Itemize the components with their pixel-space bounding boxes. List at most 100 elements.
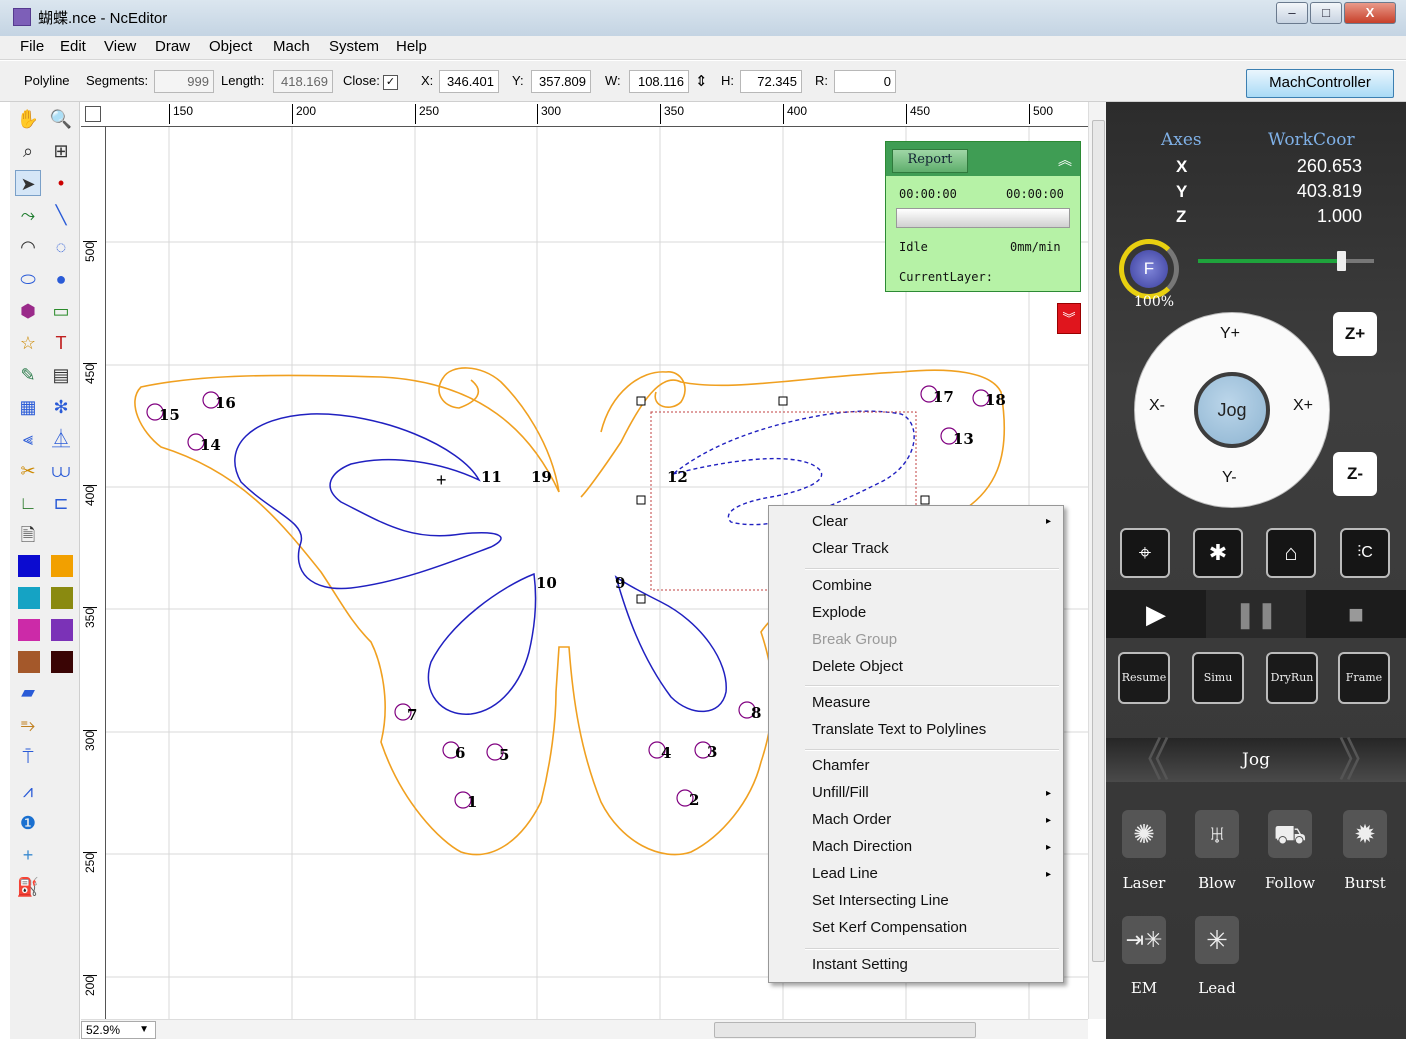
- text-icon[interactable]: T: [48, 330, 74, 356]
- close-button[interactable]: X: [1344, 2, 1396, 24]
- stop-icon[interactable]: ■: [1306, 590, 1406, 638]
- z-plus-button[interactable]: Z+: [1333, 312, 1377, 356]
- color-swatch-olive[interactable]: [51, 587, 73, 609]
- jog-mode-bar[interactable]: 《 》 Jog: [1106, 737, 1406, 783]
- ctx-set-intersecting-line[interactable]: Set Intersecting Line: [812, 892, 949, 909]
- menu-object[interactable]: Object: [209, 38, 252, 55]
- jog-center-button[interactable]: Jog: [1194, 372, 1270, 448]
- polyline-icon[interactable]: ⤳: [15, 202, 41, 228]
- pause-icon[interactable]: ❚❚: [1206, 590, 1306, 638]
- page-icon[interactable]: 🗎: [15, 522, 41, 548]
- menu-view[interactable]: View: [104, 38, 136, 55]
- path-graph-icon[interactable]: ⩘: [15, 778, 41, 804]
- z-minus-button[interactable]: Z-: [1333, 452, 1377, 496]
- ctx-clear-track[interactable]: Clear Track: [812, 540, 889, 557]
- follow-icon[interactable]: ⛟: [1268, 810, 1312, 858]
- arc-icon[interactable]: ◠: [15, 234, 41, 260]
- blow-icon[interactable]: ♅: [1195, 810, 1239, 858]
- aspect-lock-icon[interactable]: ⇕: [695, 72, 708, 90]
- crosshair-icon[interactable]: +: [15, 842, 41, 868]
- jog-y-plus[interactable]: Y+: [1220, 325, 1240, 343]
- report-button[interactable]: Report: [892, 149, 968, 173]
- jog-x-plus[interactable]: X+: [1293, 397, 1313, 415]
- select-arrow-icon[interactable]: ➤: [15, 170, 41, 196]
- align-icon[interactable]: ⫷: [15, 426, 41, 452]
- close-checkbox[interactable]: ✓: [383, 75, 398, 90]
- ctx-translate-text[interactable]: Translate Text to Polylines: [812, 721, 986, 738]
- leadline-icon[interactable]: ⥱: [15, 712, 41, 738]
- play-icon[interactable]: ▶: [1106, 590, 1206, 638]
- color-swatch-blue[interactable]: [18, 555, 40, 577]
- zoom-fit-icon[interactable]: ⊞: [48, 138, 74, 164]
- zoom-area-icon[interactable]: ⌕: [15, 138, 41, 164]
- frame-button[interactable]: Frame: [1338, 652, 1390, 704]
- jog-y-minus[interactable]: Y-: [1222, 469, 1237, 487]
- measure-icon[interactable]: ✎: [15, 362, 41, 388]
- ctx-delete-object[interactable]: Delete Object: [812, 658, 903, 675]
- mirror-icon[interactable]: ⏅: [48, 426, 74, 452]
- ctx-set-kerf[interactable]: Set Kerf Compensation: [812, 919, 967, 936]
- menu-edit[interactable]: Edit: [60, 38, 86, 55]
- image-icon[interactable]: ▤: [48, 362, 74, 388]
- right-lower-wing-path[interactable]: [614, 575, 727, 713]
- arc3-icon[interactable]: ◌: [48, 234, 74, 260]
- color-swatch-purple[interactable]: [51, 619, 73, 641]
- rectangle-icon[interactable]: ▭: [48, 298, 74, 324]
- feed-slider-thumb[interactable]: [1337, 251, 1346, 271]
- expand-down-icon[interactable]: ︾: [1057, 303, 1081, 334]
- color-swatch-orange[interactable]: [51, 555, 73, 577]
- point-icon[interactable]: •: [48, 170, 74, 196]
- eraser-icon[interactable]: ▰: [15, 679, 41, 705]
- color-swatch-brown[interactable]: [18, 651, 40, 673]
- ellipse-icon[interactable]: ⬭: [15, 266, 41, 292]
- menu-draw[interactable]: Draw: [155, 38, 190, 55]
- horizontal-scrollbar[interactable]: 52.9% ▼: [81, 1019, 1088, 1039]
- x-field[interactable]: 346.401: [439, 70, 499, 93]
- laser-head-icon[interactable]: ⍑: [15, 744, 41, 770]
- polygon-icon[interactable]: ⬢: [15, 298, 41, 324]
- menu-help[interactable]: Help: [396, 38, 427, 55]
- array-icon[interactable]: ▦: [15, 394, 41, 420]
- coordinate-icon[interactable]: ⫶C: [1340, 528, 1390, 578]
- ctx-measure[interactable]: Measure: [812, 694, 870, 711]
- ctx-instant-setting[interactable]: Instant Setting: [812, 956, 908, 973]
- ctx-mach-order[interactable]: Mach Order: [812, 811, 891, 828]
- ctx-clear[interactable]: Clear: [812, 513, 848, 530]
- em-icon[interactable]: ⇥✳: [1122, 916, 1166, 964]
- zoom-select[interactable]: 52.9% ▼: [81, 1021, 156, 1039]
- circular-array-icon[interactable]: ✻: [48, 394, 74, 420]
- ctx-mach-direction[interactable]: Mach Direction: [812, 838, 912, 855]
- trim-icon[interactable]: ✂: [15, 458, 41, 484]
- collapse-icon[interactable]: ︽: [1058, 150, 1072, 170]
- simu-button[interactable]: Simu: [1192, 652, 1244, 704]
- jog-x-minus[interactable]: X-: [1149, 397, 1165, 415]
- minimize-button[interactable]: –: [1276, 2, 1308, 24]
- pan-hand-icon[interactable]: ✋: [15, 106, 41, 132]
- line-icon[interactable]: ╲: [48, 202, 74, 228]
- dryrun-button[interactable]: DryRun: [1266, 652, 1318, 704]
- target-icon[interactable]: ⌖: [1120, 528, 1170, 578]
- h-field[interactable]: 72.345: [740, 70, 802, 93]
- horizontal-scroll-thumb[interactable]: [714, 1022, 976, 1038]
- info-icon[interactable]: ❶: [15, 810, 41, 836]
- bracket-icon[interactable]: ⊏: [48, 490, 74, 516]
- burst-icon[interactable]: ✹: [1343, 810, 1387, 858]
- vertical-scroll-thumb[interactable]: [1092, 120, 1105, 962]
- asterisk-icon[interactable]: ✱: [1193, 528, 1243, 578]
- ctx-chamfer[interactable]: Chamfer: [812, 757, 870, 774]
- lead-icon[interactable]: ✳: [1195, 916, 1239, 964]
- circle-icon[interactable]: ●: [48, 266, 74, 292]
- feed-knob[interactable]: F: [1130, 250, 1168, 288]
- home-icon[interactable]: ⌂: [1266, 528, 1316, 578]
- star-icon[interactable]: ☆: [15, 330, 41, 356]
- ctx-combine[interactable]: Combine: [812, 577, 872, 594]
- w-field[interactable]: 108.116: [629, 70, 689, 93]
- menu-file[interactable]: File: [20, 38, 44, 55]
- machcontroller-button[interactable]: MachController: [1246, 69, 1394, 98]
- r-field[interactable]: 0: [834, 70, 896, 93]
- color-swatch-magenta[interactable]: [18, 619, 40, 641]
- menu-mach[interactable]: Mach: [273, 38, 310, 55]
- color-swatch-maroon[interactable]: [51, 651, 73, 673]
- laser-icon[interactable]: ✺: [1122, 810, 1166, 858]
- menu-system[interactable]: System: [329, 38, 379, 55]
